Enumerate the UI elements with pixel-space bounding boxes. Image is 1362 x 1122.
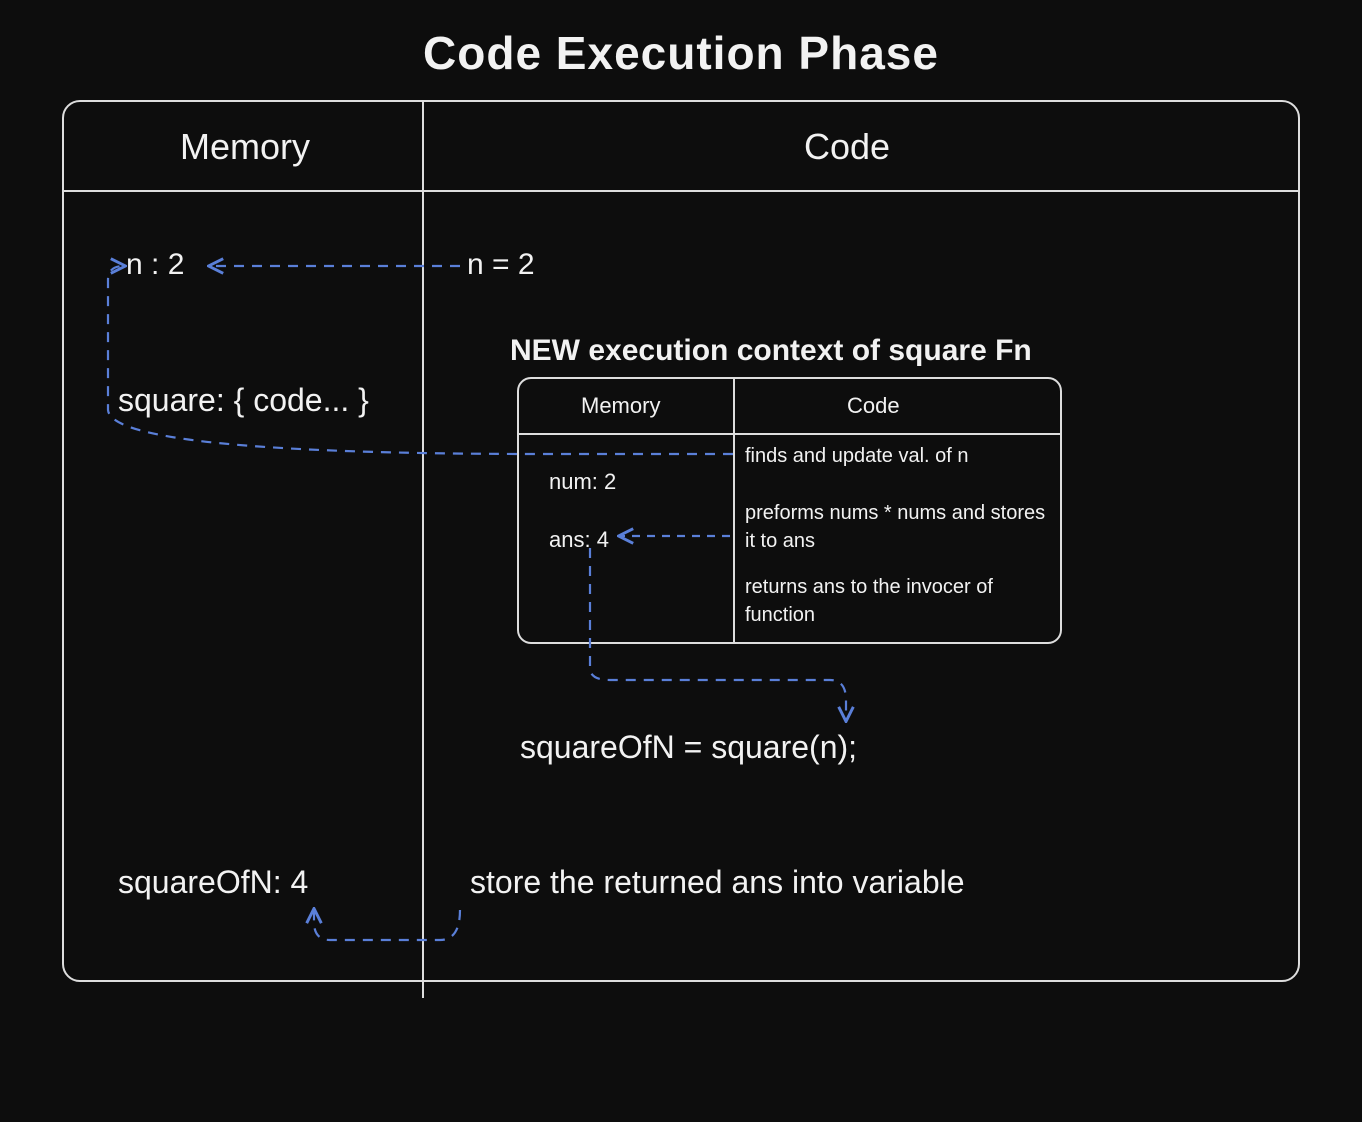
code-note-store: store the returned ans into variable: [470, 864, 965, 901]
diagram-canvas: Code Execution Phase Memory Code n : 2 s…: [0, 0, 1362, 1122]
code-line-squareofn: squareOfN = square(n);: [520, 729, 857, 766]
diagram-title: Code Execution Phase: [0, 26, 1362, 80]
inner-code-step1: finds and update val. of n: [745, 445, 1053, 468]
outer-header-row: Memory Code: [64, 102, 1298, 192]
outer-header-code: Code: [804, 126, 890, 168]
inner-code-step3: returns ans to the invocer of function: [745, 573, 1053, 629]
outer-header-memory: Memory: [180, 126, 310, 168]
inner-header-row: Memory Code: [519, 379, 1060, 435]
memory-entry-squareofn: squareOfN: 4: [118, 864, 308, 901]
outer-column-divider: [422, 102, 424, 998]
inner-header-memory: Memory: [581, 393, 660, 419]
inner-context-table: Memory Code num: 2 ans: 4 finds and upda…: [517, 377, 1062, 644]
inner-code-step2: preforms nums * nums and stores it to an…: [745, 499, 1053, 555]
inner-memory-ans: ans: 4: [549, 527, 609, 553]
memory-entry-n: n : 2: [126, 248, 184, 282]
inner-memory-num: num: 2: [549, 469, 616, 495]
memory-entry-square: square: { code... }: [118, 382, 369, 419]
inner-header-code: Code: [847, 393, 900, 419]
code-line-n-assign: n = 2: [467, 248, 535, 282]
new-context-heading: NEW execution context of square Fn: [510, 334, 1032, 368]
